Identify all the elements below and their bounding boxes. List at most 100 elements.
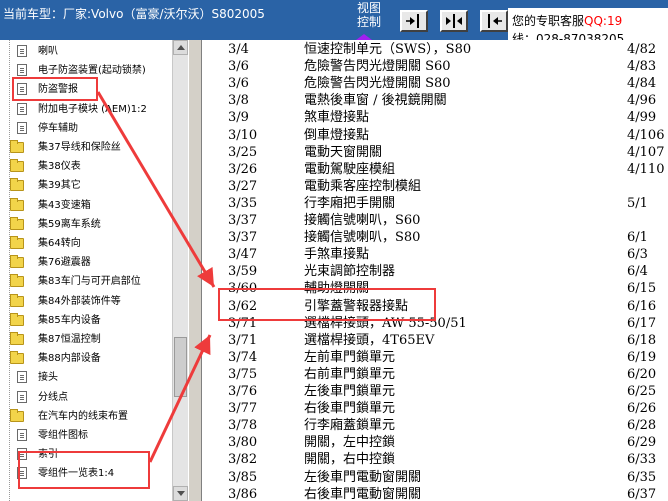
tree-item[interactable]: 附加电子模块 (AEM)1:2 (0, 100, 172, 119)
tree-scrollbar[interactable] (172, 40, 188, 501)
component-name: 行李廂蓋鎖單元 (304, 418, 396, 434)
tree-item[interactable]: 集87恒温控制 (0, 330, 172, 349)
component-code: 3/37 (228, 213, 258, 228)
tree-item[interactable]: 分线点 (0, 388, 172, 407)
component-name: 左前車門鎖單元 (304, 349, 396, 365)
component-row[interactable]: 3/37 接觸信號喇叭，S80 6/1 (202, 229, 668, 246)
scroll-down-icon[interactable] (173, 486, 188, 501)
component-code: 3/85 (228, 469, 258, 485)
tree-item[interactable]: 集59离车系统 (0, 215, 172, 234)
component-row[interactable]: 3/37 接觸信號喇叭，S60 (202, 212, 668, 229)
document-icon-wrap (16, 390, 30, 404)
tree-item[interactable]: 集39其它 (0, 176, 172, 195)
component-page: 6/28 (627, 418, 657, 434)
component-page: 6/33 (627, 452, 657, 468)
component-row[interactable]: 3/4 恒速控制单元（SWS），S80 4/82 (202, 41, 668, 58)
view-split-button[interactable] (440, 10, 468, 32)
component-row[interactable]: 3/77 右後車門鎖單元 6/26 (202, 400, 668, 417)
component-page: 6/18 (627, 332, 657, 348)
component-row[interactable]: 3/75 右前車門鎖單元 6/20 (202, 366, 668, 383)
folder-icon (10, 236, 24, 249)
expand-right-icon (406, 14, 419, 28)
tree-item[interactable]: 集37导线和保险丝 (0, 138, 172, 157)
tree-item[interactable]: 集85车内设备 (0, 311, 172, 330)
scroll-up-icon[interactable] (173, 40, 188, 55)
component-row[interactable]: 3/27 電動乘客座控制模組 (202, 178, 668, 195)
tree-item-label: 集88内部设备 (38, 353, 101, 365)
document-icon-wrap (16, 102, 30, 116)
tree-item[interactable]: 零组件图标 (0, 426, 172, 445)
folder-icon-wrap (10, 159, 24, 173)
tree-item[interactable]: 集38仪表 (0, 157, 172, 176)
split-view-icon (446, 14, 462, 28)
view-right-pane-button[interactable] (400, 10, 428, 32)
folder-icon (10, 332, 24, 345)
support-title: 您的专职客服 (512, 14, 585, 28)
title-bar: 当前车型：厂家:Volvo（富豪/沃尔沃）S802005 视图控制 您的专职客服… (0, 0, 668, 40)
component-name: 恒速控制单元（SWS），S80 (304, 42, 472, 57)
folder-icon (10, 178, 24, 192)
tree-item[interactable]: 在汽车内的线束布置 (0, 407, 172, 426)
document-icon-wrap (16, 371, 30, 384)
tree-item[interactable]: 集76避震器 (0, 253, 172, 272)
component-page: 6/35 (627, 469, 657, 485)
component-row[interactable]: 3/10 倒車燈接點 4/106 (202, 127, 668, 144)
scroll-thumb[interactable] (174, 337, 187, 397)
tree-item-label: 集64转向 (38, 238, 81, 249)
tree-item-label: 集85车内设备 (38, 314, 101, 326)
tree-item[interactable]: 集88内部设备 (0, 349, 172, 368)
component-row[interactable]: 3/78 行李廂蓋鎖單元 6/28 (202, 417, 668, 434)
component-row[interactable]: 3/74 左前車門鎖單元 6/19 (202, 349, 668, 366)
component-row[interactable]: 3/82 開關，右中控鎖 6/33 (202, 451, 668, 468)
vehicle-model-label: 当前车型：厂家:Volvo（富豪/沃尔沃）S802005 (3, 7, 265, 21)
component-name: 右前車門鎖單元 (304, 366, 396, 382)
document-icon (17, 64, 27, 77)
tree-item-label: 集43变速箱 (38, 199, 91, 211)
component-name: 右後車門電動窗開關 (304, 486, 422, 501)
component-row[interactable]: 3/47 手煞車接點 6/3 (202, 246, 668, 263)
component-row[interactable]: 3/59 光束調節控制器 6/4 (202, 263, 668, 280)
tree-item[interactable]: 停车辅助 (0, 119, 172, 138)
component-row[interactable]: 3/25 電動天窗開關 4/107 (202, 144, 668, 161)
tree-item[interactable]: 集84外部装饰件等 (0, 292, 172, 311)
component-row[interactable]: 3/9 煞車燈接點 4/99 (202, 109, 668, 126)
component-page: 6/16 (627, 298, 657, 314)
component-name: 接觸信號喇叭，S60 (304, 213, 421, 228)
component-row[interactable]: 3/8 電熱後車窗 / 後視鏡開關 4/96 (202, 92, 668, 109)
component-row[interactable]: 3/80 開關，左中控鎖 6/29 (202, 434, 668, 451)
component-page: 6/26 (627, 401, 657, 417)
component-row[interactable]: 3/26 電動駕駛座模組 4/110 (202, 161, 668, 178)
component-name: 危險警告閃光燈開關 S80 (304, 76, 451, 92)
component-row[interactable]: 3/76 左後車門鎖單元 6/25 (202, 383, 668, 400)
support-qq-link[interactable]: QQ:19 (584, 14, 622, 28)
component-row[interactable]: 3/6 危險警告閃光燈開關 S80 4/84 (202, 75, 668, 92)
folder-icon-wrap (10, 312, 24, 327)
component-code: 3/6 (228, 76, 249, 92)
tree-item[interactable]: 集64转向 (0, 234, 172, 253)
component-code: 3/86 (228, 486, 258, 501)
tree-item[interactable]: 集83车门与可开启部位 (0, 272, 172, 291)
folder-icon-wrap (10, 274, 24, 288)
tree-item[interactable]: 集43变速箱 (0, 196, 172, 215)
component-name: 右後車門鎖單元 (304, 401, 396, 417)
pane-splitter[interactable] (188, 40, 202, 501)
folder-icon (10, 159, 24, 173)
document-icon (17, 121, 27, 134)
folder-icon (10, 140, 24, 153)
tree-item-label: 集39其它 (38, 180, 81, 192)
tree-item[interactable]: 喇叭 (0, 42, 172, 61)
component-row[interactable]: 3/71 選檔桿接頭，4T65EV 6/18 (202, 332, 668, 349)
folder-icon-wrap (10, 197, 24, 212)
component-page: 4/96 (627, 93, 657, 109)
tree-item-label: 集87恒温控制 (38, 334, 101, 345)
component-row[interactable]: 3/86 右後車門電動窗開關 6/37 (202, 486, 668, 501)
component-row[interactable]: 3/85 左後車門電動窗開關 6/35 (202, 469, 668, 486)
component-page: 6/29 (627, 435, 657, 451)
component-row[interactable]: 3/35 行李廂把手開關 5/1 (202, 195, 668, 212)
folder-icon (10, 351, 24, 365)
component-row[interactable]: 3/6 危險警告閃光燈開關 S60 4/83 (202, 58, 668, 75)
highlight-box-component-list (18, 451, 150, 489)
component-page: 6/19 (627, 349, 657, 365)
view-left-pane-button[interactable] (480, 10, 508, 32)
tree-item[interactable]: 接头 (0, 368, 172, 387)
